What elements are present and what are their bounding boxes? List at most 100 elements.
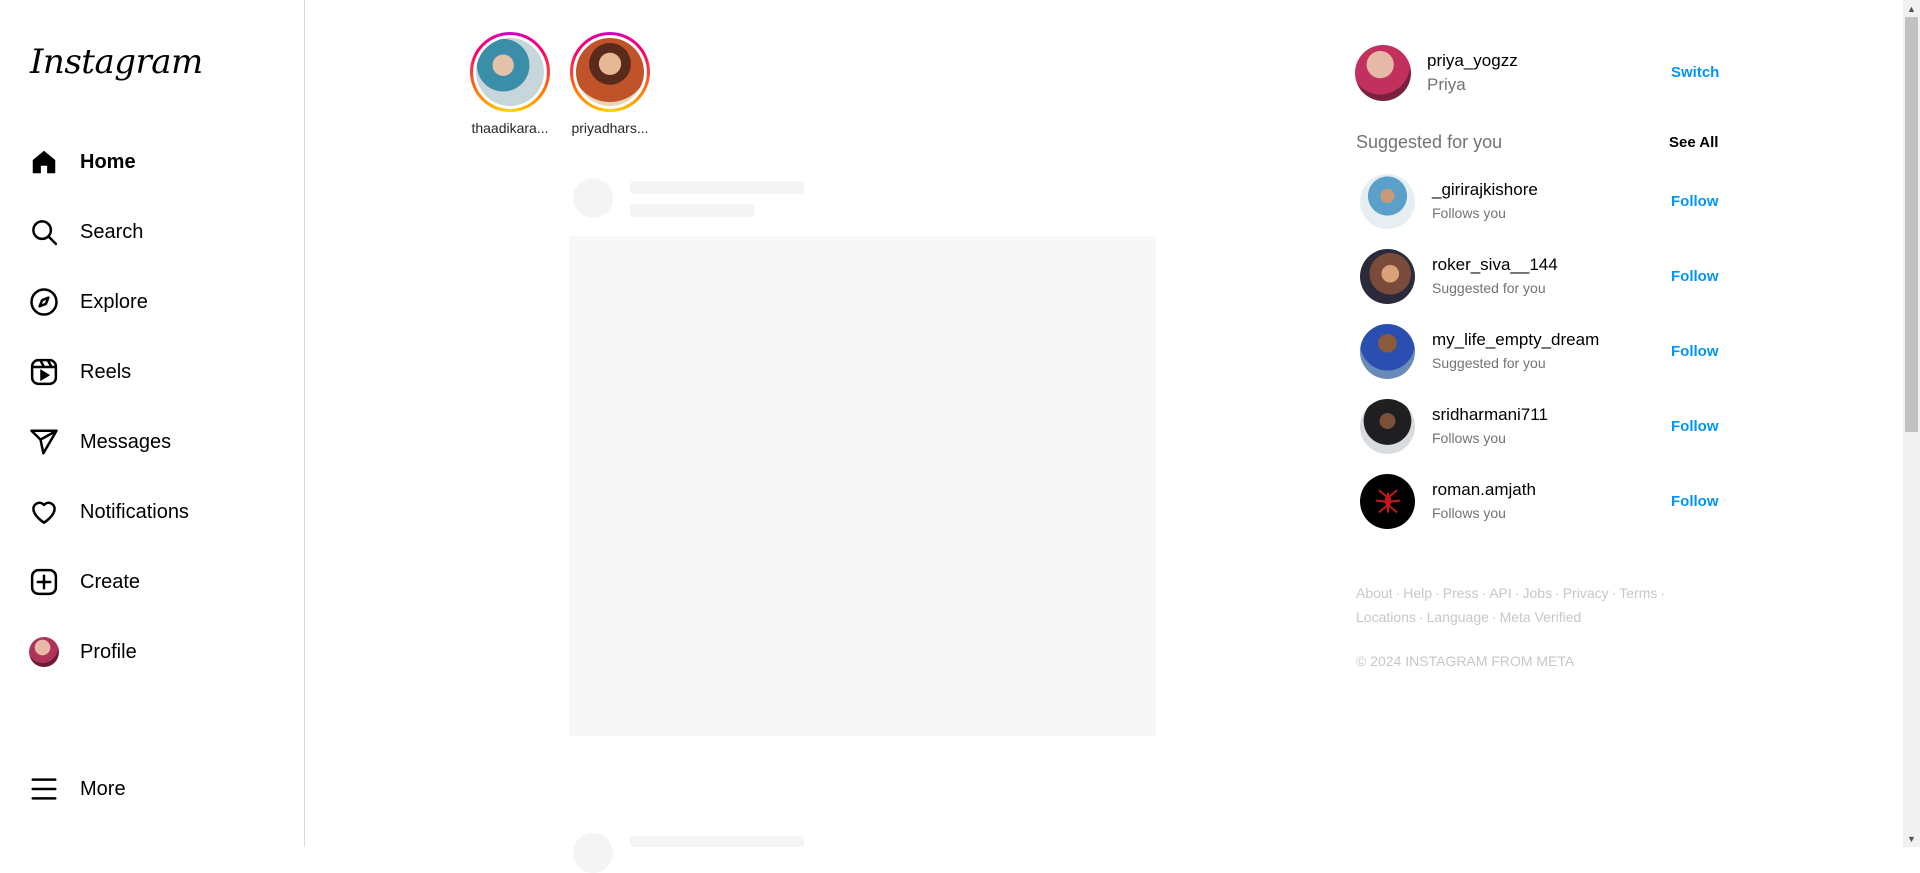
follow-button[interactable]: Follow	[1671, 343, 1719, 360]
footer-link-about[interactable]: About	[1356, 585, 1393, 601]
avatar[interactable]	[1360, 174, 1415, 229]
follow-button[interactable]: Follow	[1671, 418, 1719, 435]
suggestions-heading: Suggested for you	[1356, 132, 1503, 152]
story-ring-inner	[573, 35, 647, 109]
switch-button[interactable]: Switch	[1671, 64, 1719, 81]
nav-home-label: Home	[80, 150, 136, 173]
scroll-up-arrow-icon[interactable]: ▲	[1903, 0, 1920, 17]
home-icon	[28, 146, 60, 178]
nav-search[interactable]: Search	[24, 208, 286, 256]
skeleton-line	[630, 181, 804, 194]
suggestion-username[interactable]: roman.amjath	[1432, 480, 1536, 500]
suggestion-username[interactable]: sridharmani711	[1432, 405, 1548, 425]
avatar[interactable]	[1360, 249, 1415, 304]
nav-search-label: Search	[80, 220, 144, 243]
footer-link-locations[interactable]: Locations	[1356, 609, 1416, 625]
heart-icon	[28, 496, 60, 528]
follow-button[interactable]: Follow	[1671, 493, 1719, 510]
nav-profile[interactable]: Profile	[24, 628, 286, 676]
footer-separator: ·	[1435, 585, 1440, 601]
footer-separator: ·	[1611, 585, 1617, 601]
avatar[interactable]	[1360, 399, 1415, 454]
story-item[interactable]: priyadhars...	[565, 32, 655, 136]
suggestion-username[interactable]: roker_siva__144	[1432, 255, 1558, 275]
footer-separator: ·	[1514, 585, 1520, 601]
scrollbar-thumb[interactable]	[1905, 17, 1918, 432]
instagram-logo[interactable]: Instagram	[30, 42, 203, 82]
avatar[interactable]	[1360, 324, 1415, 379]
reels-icon	[28, 356, 60, 388]
avatar[interactable]	[1360, 474, 1415, 529]
suggestion-row: roker_siva__144 Suggested for you Follow	[1355, 247, 1719, 307]
suggestion-reason: Follows you	[1432, 430, 1506, 446]
page-scrollbar[interactable]: ▲ ▼	[1903, 0, 1920, 847]
story-ring	[470, 32, 550, 112]
footer-link-meta-verified[interactable]: Meta Verified	[1500, 609, 1582, 625]
nav-notifications-label: Notifications	[80, 500, 189, 523]
spider-icon	[1375, 489, 1400, 513]
search-icon	[28, 216, 60, 248]
nav-reels[interactable]: Reels	[24, 348, 286, 396]
skeleton-avatar	[573, 833, 613, 873]
suggestion-reason: Suggested for you	[1432, 280, 1546, 296]
plus-square-icon	[28, 566, 60, 598]
menu-icon	[28, 773, 60, 805]
footer-separator: ·	[1418, 609, 1424, 625]
suggestion-reason: Follows you	[1432, 205, 1506, 221]
suggestion-row: sridharmani711 Follows you Follow	[1355, 397, 1719, 457]
footer-separator: ·	[1481, 585, 1487, 601]
suggestion-row: roman.amjath Follows you Follow	[1355, 472, 1719, 532]
story-username: thaadikara...	[471, 120, 549, 136]
send-icon	[28, 426, 60, 458]
footer-links: About · Help · Press · API · Jobs · Privacy · Terms ·…	[1356, 581, 1716, 629]
suggestion-reason: Suggested for you	[1432, 355, 1546, 371]
nav-more[interactable]: More	[24, 765, 286, 813]
story-avatar	[476, 38, 544, 106]
nav-notifications[interactable]: Notifications	[24, 488, 286, 536]
nav-profile-label: Profile	[80, 640, 137, 663]
suggestion-reason: Follows you	[1432, 505, 1506, 521]
scroll-down-arrow-icon[interactable]: ▼	[1903, 830, 1920, 847]
skeleton-avatar	[573, 178, 613, 218]
footer-link-help[interactable]: Help	[1403, 585, 1432, 601]
skeleton-line	[630, 204, 755, 217]
nav-messages-label: Messages	[80, 430, 172, 453]
story-avatar	[576, 38, 644, 106]
nav-more-label: More	[80, 777, 126, 800]
footer-link-language[interactable]: Language	[1427, 609, 1489, 625]
copyright-text: © 2024 INSTAGRAM FROM META	[1356, 653, 1575, 669]
see-all-link[interactable]: See All	[1669, 134, 1718, 151]
footer-link-api[interactable]: API	[1489, 585, 1512, 601]
footer-separator: ·	[1491, 609, 1497, 625]
story-username: priyadhars...	[571, 120, 649, 136]
follow-button[interactable]: Follow	[1671, 193, 1719, 210]
current-user-card: priya_yogzz Priya Switch	[1355, 45, 1719, 101]
nav-explore-label: Explore	[80, 290, 148, 313]
footer-link-press[interactable]: Press	[1443, 585, 1479, 601]
footer-separator: ·	[1555, 585, 1560, 601]
nav-create-label: Create	[80, 570, 141, 593]
footer-separator: ·	[1660, 585, 1666, 601]
avatar[interactable]	[1355, 45, 1411, 101]
nav-reels-label: Reels	[80, 360, 132, 383]
nav-create[interactable]: Create	[24, 558, 286, 606]
current-username[interactable]: priya_yogzz	[1427, 51, 1518, 71]
footer-link-terms[interactable]: Terms	[1619, 585, 1657, 601]
nav-home[interactable]: Home	[24, 138, 286, 186]
story-item[interactable]: thaadikara...	[465, 32, 555, 136]
profile-avatar-wrap	[28, 636, 60, 668]
suggestion-row: _girirajkishore Follows you Follow	[1355, 172, 1719, 232]
avatar	[29, 637, 59, 667]
nav-explore[interactable]: Explore	[24, 278, 286, 326]
suggestion-row: my_life_empty_dream Suggested for you Fo…	[1355, 322, 1719, 382]
compass-icon	[28, 286, 60, 318]
nav-messages[interactable]: Messages	[24, 418, 286, 466]
footer-separator: ·	[1395, 585, 1401, 601]
footer-link-jobs[interactable]: Jobs	[1522, 585, 1552, 601]
footer-link-privacy[interactable]: Privacy	[1563, 585, 1609, 601]
suggestion-username[interactable]: _girirajkishore	[1432, 180, 1538, 200]
current-fullname: Priya	[1427, 75, 1466, 94]
suggestion-username[interactable]: my_life_empty_dream	[1432, 330, 1599, 350]
skeleton-media	[569, 236, 1156, 736]
follow-button[interactable]: Follow	[1671, 268, 1719, 285]
